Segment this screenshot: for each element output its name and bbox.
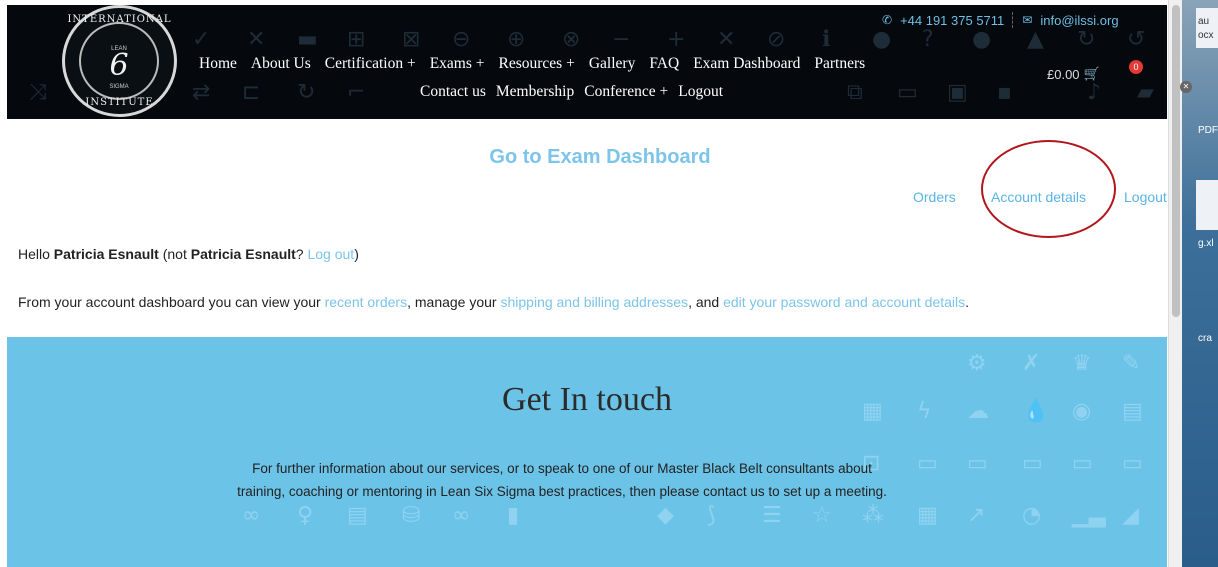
logo-bottom-text: INSTITUTE xyxy=(85,97,154,108)
nav-resources[interactable]: Resources + xyxy=(499,55,575,73)
email-link[interactable]: info@ilssi.org xyxy=(1040,13,1118,28)
nav-logout[interactable]: Logout xyxy=(678,83,723,101)
intro-part-2: , manage your xyxy=(407,294,501,310)
intro-part-4: . xyxy=(965,294,970,310)
cart-count-badge: 0 xyxy=(1129,60,1143,74)
recent-orders-link[interactable]: recent orders xyxy=(325,294,407,310)
nav-contact-us[interactable]: Contact us xyxy=(420,83,486,101)
greeting-logout-link[interactable]: Log out xyxy=(307,246,354,262)
site-header: ✓ ✕ ▬ ⊞ ⊠ ⊖ ⊕ ⊗ − + ✕ ⊘ ℹ ●? ● ▲ ↻ ↺ ⤨ ⇄ ⊏ ↻ ⌐ ⧉ ▭ ▣ ▪ ♪ ▰ … xyxy=(7,5,1167,119)
account-nav-orders[interactable]: Orders xyxy=(913,189,956,205)
nav-about-us[interactable]: About Us xyxy=(251,55,311,73)
logo-six-mark: 6 xyxy=(109,48,129,83)
greeting-mid: (not xyxy=(158,246,191,262)
main-nav-row2: Contact us Membership Conference + Logou… xyxy=(420,83,1167,101)
logo-inner-ring: LEAN 6 SIGMA xyxy=(79,22,159,100)
nav-exam-dashboard[interactable]: Exam Dashboard xyxy=(693,55,800,73)
desktop-file-card[interactable] xyxy=(1196,8,1218,48)
logo-sigma-text: SIGMA xyxy=(109,84,129,90)
side-file-label-4: g.xl xyxy=(1198,238,1214,249)
topbar-divider xyxy=(1012,12,1014,28)
annotation-circle xyxy=(981,140,1116,238)
contact-title: Get In touch xyxy=(502,381,672,418)
user-name: Patricia Esnault xyxy=(53,246,159,262)
nav-home[interactable]: Home xyxy=(199,55,237,73)
intro-part-3: , and xyxy=(688,294,724,310)
nav-membership[interactable]: Membership xyxy=(496,83,574,101)
account-details-link[interactable]: edit your password and account details xyxy=(723,294,965,310)
dashboard-intro-text: From your account dashboard you can view… xyxy=(18,294,969,310)
side-file-label-1: au xyxy=(1198,16,1210,27)
phone-icon: ✆ xyxy=(882,13,893,27)
desktop-file-card-2[interactable] xyxy=(1196,180,1218,230)
scrollbar-thumb[interactable] xyxy=(1172,5,1180,317)
nav-faq[interactable]: FAQ xyxy=(649,55,679,73)
nav-conference[interactable]: Conference + xyxy=(584,83,668,101)
nav-certification[interactable]: Certification + xyxy=(325,55,416,73)
intro-part-1: From your account dashboard you can view… xyxy=(18,294,325,310)
envelope-icon: ✉ xyxy=(1022,13,1033,27)
side-file-label-2: ocx xyxy=(1198,30,1214,41)
nav-gallery[interactable]: Gallery xyxy=(589,55,635,73)
cart-icon: 🛒 xyxy=(1083,67,1100,82)
greeting-question: ? xyxy=(295,246,308,262)
side-file-label-5: cra xyxy=(1198,333,1212,344)
phone-link[interactable]: +44 191 375 5711 xyxy=(900,13,1004,28)
close-icon[interactable]: ✕ xyxy=(1180,81,1192,93)
user-name-repeat: Patricia Esnault xyxy=(190,246,296,262)
addresses-link[interactable]: shipping and billing addresses xyxy=(500,294,688,310)
account-nav-logout[interactable]: Logout xyxy=(1124,189,1167,205)
side-file-label-3: PDF xyxy=(1198,125,1218,136)
contact-description: For further information about our servic… xyxy=(237,461,887,499)
nav-exams[interactable]: Exams + xyxy=(430,55,485,73)
cart-total: £0.00 xyxy=(1047,67,1080,82)
cart-button[interactable]: £0.00 🛒 0 xyxy=(1047,60,1143,82)
main-nav-row1: Home About Us Certification + Exams + Re… xyxy=(199,55,1167,73)
contact-topbar: ✆ +44 191 375 5711 ✉ info@ilssi.org xyxy=(882,12,1119,28)
greeting-text: Hello Patricia Esnault (not Patricia Esn… xyxy=(18,246,359,262)
institute-logo[interactable]: INTERNATIONAL LEAN 6 SIGMA INSTITUTE xyxy=(62,5,177,117)
get-in-touch-section: ⚙ ✗ ♛ ✎ ▦ ϟ ☁ 💧 ◉ ▤ ⊡ ▭ ▭ ▭ ▭ ▭ ∞ ♀ ▤ ⛁ ∞ ▮ ◆ ⟆ ☰ ☆ ⁂ ▦ ↗ ◔ ▁▃ ◢ G… xyxy=(7,337,1167,567)
nav-partners[interactable]: Partners xyxy=(814,55,865,73)
greeting-suffix: ) xyxy=(354,246,359,262)
greeting-prefix: Hello xyxy=(18,246,54,262)
